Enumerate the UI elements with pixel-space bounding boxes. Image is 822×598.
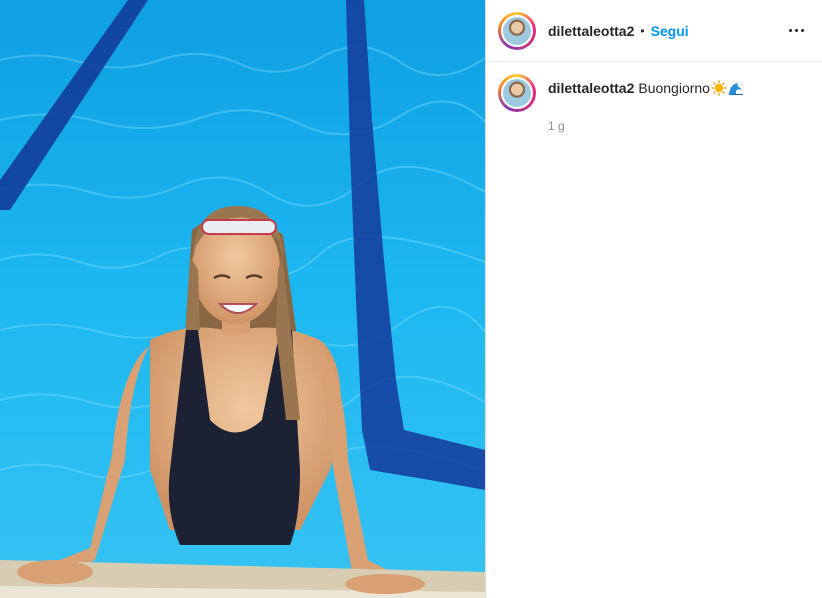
caption-comment: dilettaleotta2 Buongiorno 1 g xyxy=(486,62,822,133)
caption-avatar-story-ring[interactable] xyxy=(498,74,536,112)
profile-avatar-story-ring[interactable] xyxy=(498,11,536,50)
post-header: dilettaleotta2 • Segui xyxy=(486,0,822,62)
author-username[interactable]: dilettaleotta2 xyxy=(548,23,634,39)
avatar xyxy=(501,14,533,47)
separator-dot: • xyxy=(640,23,645,38)
caption-text: dilettaleotta2 Buongiorno xyxy=(548,79,744,100)
pool-photo-illustration xyxy=(0,0,485,598)
caption-body: dilettaleotta2 Buongiorno 1 g xyxy=(548,74,744,133)
post-photo[interactable] xyxy=(0,0,485,598)
more-options-icon[interactable] xyxy=(784,19,808,43)
instagram-post: dilettaleotta2 • Segui dilettaleotta2 Buo… xyxy=(0,0,822,598)
post-timestamp[interactable]: 1 g xyxy=(548,119,744,133)
sun-emoji-icon xyxy=(711,80,727,100)
more-dot xyxy=(800,29,804,32)
wave-emoji-icon xyxy=(728,80,744,100)
caption-username[interactable]: dilettaleotta2 xyxy=(548,80,634,96)
follow-button[interactable]: Segui xyxy=(651,23,689,39)
avatar xyxy=(501,77,533,109)
caption-message: Buongiorno xyxy=(638,80,710,96)
more-dot xyxy=(794,29,798,32)
more-dot xyxy=(788,29,792,32)
post-sidebar: dilettaleotta2 • Segui dilettaleotta2 Buo… xyxy=(485,0,822,598)
